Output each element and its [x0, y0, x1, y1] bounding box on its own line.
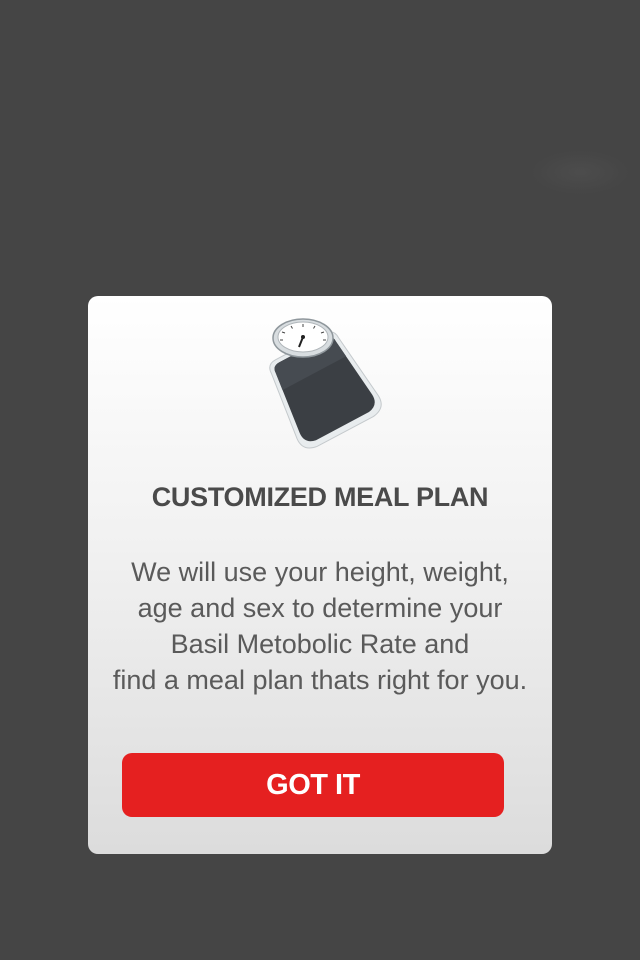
onboarding-screen: CUSTOMIZED MEAL PLAN We will use your he… [0, 0, 640, 960]
meal-plan-dialog: CUSTOMIZED MEAL PLAN We will use your he… [88, 296, 552, 854]
background-glint [530, 150, 630, 195]
dialog-description: We will use your height, weight, age and… [98, 554, 542, 698]
description-line: find a meal plan thats right for you. [112, 665, 528, 695]
dialog-title: CUSTOMIZED MEAL PLAN [151, 482, 489, 512]
description-line: We will use your height, weight, [131, 557, 509, 587]
description-line: age and sex to determine your [137, 593, 503, 623]
bathroom-scale-icon [253, 314, 388, 449]
got-it-button[interactable]: GOT IT [122, 753, 504, 817]
description-line: Basil Metobolic Rate and [170, 629, 470, 659]
